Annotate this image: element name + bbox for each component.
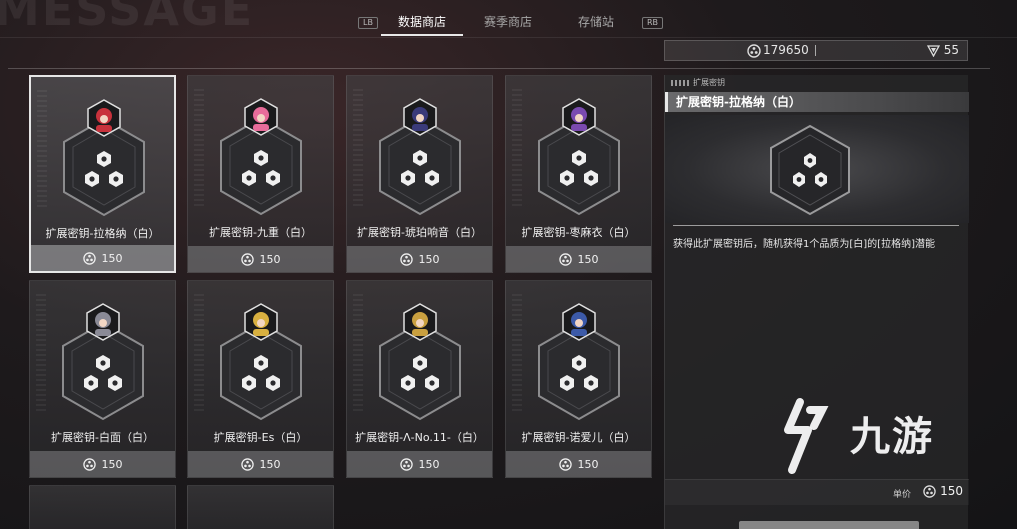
card-decor-stripe — [36, 291, 46, 411]
card-decor-stripe — [194, 86, 204, 206]
item-price: 150 — [188, 246, 333, 272]
item-price-value: 150 — [418, 457, 440, 471]
item-name: 扩展密钥-Es（白） — [213, 431, 308, 444]
character-portrait-icon — [562, 303, 596, 341]
item-name: 扩展密钥-白面（白） — [51, 431, 154, 444]
character-portrait-icon — [403, 303, 437, 341]
data-chip-icon — [747, 43, 761, 58]
item-card[interactable]: 扩展密钥-诺爱儿（白） 150 — [505, 280, 652, 478]
data-chip-icon — [82, 457, 96, 471]
detail-category-label: 扩展密钥 — [693, 78, 725, 87]
item-name: 扩展密钥-诺爱儿（白） — [521, 431, 636, 444]
character-portrait-icon — [86, 303, 120, 341]
unit-price-label: 单价 — [892, 490, 911, 500]
card-decor-stripe — [353, 86, 363, 206]
card-decor-stripe — [353, 291, 363, 411]
purchase-button[interactable] — [739, 521, 919, 529]
item-name: 扩展密钥-琥珀响音（白） — [357, 226, 482, 239]
detail-description: 获得此扩展密钥后，随机获得1个品质为[白]的[拉格纳]潜能 — [673, 239, 935, 250]
data-chip-icon — [240, 252, 254, 266]
item-price-value: 150 — [259, 252, 281, 266]
card-decor-stripe — [37, 87, 47, 207]
item-price: 150 — [506, 451, 651, 477]
tab-storage[interactable]: 存储站 — [560, 8, 632, 36]
item-price-value: 150 — [101, 251, 123, 265]
top-divider — [0, 37, 1017, 38]
data-chip-icon — [558, 252, 572, 266]
expansion-key-icon — [770, 124, 850, 216]
category-marks-icon — [671, 79, 689, 86]
item-card[interactable]: 扩展密钥-琥珀响音（白） 150 — [346, 75, 493, 273]
item-price: 150 — [188, 451, 333, 477]
data-chip-icon — [240, 457, 254, 471]
data-chip-icon — [558, 457, 572, 471]
character-portrait-icon — [244, 98, 278, 136]
item-card[interactable]: 扩展密钥-拉格纳（白） 150 — [29, 75, 176, 273]
primary-currency: 179650 — [747, 41, 809, 60]
data-chip-icon — [399, 252, 413, 266]
item-price: 150 — [347, 246, 492, 272]
item-price: 150 — [30, 451, 175, 477]
item-price-value: 150 — [577, 457, 599, 471]
character-portrait-icon — [244, 303, 278, 341]
item-price-value: 150 — [259, 457, 281, 471]
item-name: 扩展密钥-Λ-No.11-（白） — [355, 431, 484, 444]
main-divider — [8, 68, 990, 69]
data-chip-icon — [82, 251, 96, 265]
item-card[interactable]: 扩展密钥-白面（白） 150 — [29, 280, 176, 478]
tab-data-store[interactable]: 数据商店 — [381, 8, 463, 36]
character-portrait-icon — [562, 98, 596, 136]
detail-title: 扩展密钥-拉格纳（白） — [665, 92, 969, 112]
item-card[interactable]: 扩展密钥-九重（白） 150 — [187, 75, 334, 273]
item-name: 扩展密钥-拉格纳（白） — [45, 227, 160, 240]
item-price: 150 — [506, 246, 651, 272]
card-decor-stripe — [194, 291, 204, 411]
unit-price-box: 单价 150 — [665, 479, 969, 505]
primary-currency-value: 179650 — [763, 43, 809, 57]
item-price-value: 150 — [418, 252, 440, 266]
store-tab-bar: LB 数据商店 赛季商店 存储站 RB — [0, 0, 1017, 36]
detail-artwork — [665, 115, 969, 223]
item-card-partial[interactable] — [187, 485, 334, 529]
item-price-value: 150 — [101, 457, 123, 471]
card-decor-stripe — [512, 86, 522, 206]
watermark-text: 九游 — [850, 414, 934, 460]
item-card[interactable]: 扩展密钥-枣麻衣（白） 150 — [505, 75, 652, 273]
currency-separator — [815, 45, 816, 56]
item-name: 扩展密钥-九重（白） — [209, 226, 312, 239]
gem-shield-icon — [926, 44, 940, 57]
item-card[interactable]: 扩展密钥-Es（白） 150 — [187, 280, 334, 478]
data-chip-icon — [399, 457, 413, 471]
item-name: 扩展密钥-枣麻衣（白） — [521, 226, 636, 239]
tab-season-store[interactable]: 赛季商店 — [472, 8, 544, 36]
item-card[interactable]: 扩展密钥-Λ-No.11-（白） 150 — [346, 280, 493, 478]
rb-button-hint[interactable]: RB — [642, 17, 664, 29]
data-chip-icon — [923, 484, 936, 498]
lb-button-hint[interactable]: LB — [358, 17, 378, 29]
card-decor-stripe — [512, 291, 522, 411]
item-price: 150 — [347, 451, 492, 477]
unit-price: 150 — [923, 484, 963, 498]
secondary-currency: 55 — [926, 41, 959, 60]
detail-divider — [673, 225, 959, 226]
currency-bar: 179650 55 — [664, 40, 968, 61]
item-price: 150 — [31, 245, 174, 271]
secondary-currency-value: 55 — [943, 43, 959, 57]
unit-price-value: 150 — [940, 484, 963, 498]
character-portrait-icon — [87, 99, 121, 137]
character-portrait-icon — [403, 98, 437, 136]
item-card-partial[interactable] — [29, 485, 176, 529]
watermark-logo-icon — [784, 398, 829, 474]
watermark: 九游 — [770, 396, 980, 476]
detail-category: 扩展密钥 — [671, 77, 725, 88]
item-price-value: 150 — [577, 252, 599, 266]
